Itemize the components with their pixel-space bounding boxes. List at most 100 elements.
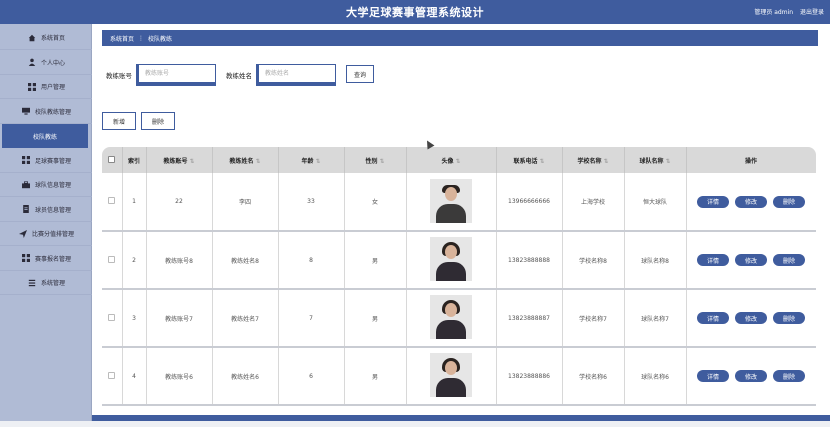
- name-input[interactable]: [256, 64, 336, 86]
- col-age[interactable]: 年龄 ⇅: [278, 147, 345, 173]
- user-info: 管理员 admin 退出登录: [749, 7, 824, 16]
- cell-avatar: [406, 289, 497, 348]
- edit-button[interactable]: 修改: [735, 312, 767, 324]
- sidebar-item-7[interactable]: 球员信息管理: [0, 198, 92, 222]
- sidebar-item-0[interactable]: 系统首页: [0, 26, 92, 50]
- cell-ops: 详情 修改 删除: [686, 289, 816, 348]
- sidebar-item-6[interactable]: 球队信息管理: [0, 173, 92, 197]
- detail-button[interactable]: 详情: [697, 312, 729, 324]
- sidebar-item-label: 系统管理: [40, 280, 65, 287]
- col-name[interactable]: 教练姓名 ⇅: [212, 147, 279, 173]
- col-phone[interactable]: 联系电话 ⇅: [496, 147, 563, 173]
- cell-gender: 男: [344, 347, 407, 406]
- logout-link[interactable]: 退出登录: [800, 9, 824, 16]
- sidebar-item-9[interactable]: 赛事报名管理: [0, 247, 92, 271]
- cell-name: 教练姓名6: [212, 347, 279, 406]
- col-index: 索引: [122, 147, 147, 173]
- breadcrumb-current: 校队教练: [148, 35, 173, 43]
- delete-button[interactable]: 删除: [141, 112, 175, 130]
- cell-school: 学校名称8: [562, 231, 625, 290]
- cell-account: 教练账号8: [146, 231, 213, 290]
- search-bar: 教练账号 教练姓名 查询: [106, 64, 375, 94]
- select-all-checkbox[interactable]: [102, 147, 123, 173]
- cell-school: 学校名称6: [562, 347, 625, 406]
- table-header-row: 索引 教练账号 ⇅ 教练姓名 ⇅ 年龄 ⇅ 性别 ⇅ 头像 ⇅ 联系电话 ⇅ 学校名称 ⇅ 球…: [102, 147, 816, 173]
- avatar: [430, 178, 472, 223]
- detail-button[interactable]: 详情: [697, 195, 729, 208]
- cell-name: 教练姓名8: [212, 231, 279, 290]
- action-bar: 新增 删除: [102, 112, 175, 130]
- cell-phone: 13823888886: [496, 347, 563, 406]
- row-delete-button[interactable]: 删除: [773, 312, 805, 324]
- top-bar: 大学足球赛事管理系统设计 管理员 admin 退出登录: [0, 0, 830, 24]
- cell-name: 李四: [212, 173, 279, 232]
- sidebar-item-10[interactable]: 系统管理: [0, 271, 92, 295]
- row-delete-button[interactable]: 删除: [773, 370, 805, 382]
- col-team[interactable]: 球队名称 ⇅: [624, 147, 687, 173]
- row-checkbox[interactable]: [102, 173, 123, 232]
- row-checkbox[interactable]: [102, 347, 123, 406]
- sidebar-item-1[interactable]: 个人中心: [0, 51, 92, 75]
- cell-account: 22: [146, 173, 213, 232]
- table-row: 1 22 李四 33 女 13966666666 上海学校 恒大球队 详情 修改 删除: [102, 173, 816, 232]
- row-delete-button[interactable]: 删除: [773, 254, 805, 266]
- breadcrumb: 系统首页 ⋮ 校队教练: [102, 30, 818, 46]
- table-row: 3 教练账号7 教练姓名7 7 男 13823888887 学校名称7 球队名称7 详情 修改 删除: [102, 289, 816, 348]
- table-row: 4 教练账号6 教练姓名6 6 男 13823888886 学校名称6 球队名称6 详情 修改 删除: [102, 347, 816, 406]
- cell-ops: 详情 修改 删除: [686, 231, 816, 290]
- edit-button[interactable]: 修改: [735, 370, 767, 382]
- cell-age: 7: [278, 289, 345, 348]
- cell-age: 8: [278, 231, 345, 290]
- sidebar-item-4[interactable]: 校队教练: [2, 124, 88, 148]
- grid-icon: [21, 155, 31, 165]
- row-checkbox[interactable]: [102, 231, 123, 290]
- detail-button[interactable]: 详情: [697, 254, 729, 266]
- row-checkbox[interactable]: [102, 289, 123, 348]
- sidebar-item-5[interactable]: 足球赛事管理: [0, 149, 92, 173]
- sidebar-item-label: 比赛分值排管理: [31, 231, 74, 238]
- sidebar-item-label: 校队教练管理: [34, 108, 71, 116]
- document-icon: [21, 204, 31, 214]
- cell-index: 2: [122, 231, 147, 290]
- sidebar-item-label: 球队信息管理: [34, 182, 71, 189]
- query-button[interactable]: 查询: [346, 65, 375, 83]
- sidebar-item-3[interactable]: 校队教练管理: [0, 100, 92, 124]
- row-delete-button[interactable]: 删除: [773, 195, 805, 208]
- cell-index: 3: [122, 289, 147, 348]
- cell-phone: 13823888888: [496, 231, 563, 290]
- bottom-bar: [92, 415, 830, 421]
- breadcrumb-home[interactable]: 系统首页: [110, 34, 134, 43]
- sidebar-item-8[interactable]: 比赛分值排管理: [0, 222, 92, 246]
- avatar: [430, 237, 472, 281]
- edit-button[interactable]: 修改: [735, 195, 767, 208]
- col-school[interactable]: 学校名称 ⇅: [562, 147, 625, 173]
- cell-school: 学校名称7: [562, 289, 625, 348]
- col-gender[interactable]: 性别 ⇅: [344, 147, 407, 173]
- col-account[interactable]: 教练账号 ⇅: [146, 147, 213, 173]
- cell-ops: 详情 修改 删除: [686, 173, 816, 232]
- cell-gender: 男: [344, 289, 407, 348]
- edit-button[interactable]: 修改: [735, 254, 767, 266]
- grid-icon: [21, 253, 31, 263]
- cell-team: 球队名称7: [624, 289, 687, 348]
- cell-team: 球队名称6: [624, 347, 687, 406]
- cell-gender: 女: [344, 173, 407, 232]
- person-icon: [27, 57, 37, 67]
- sidebar-item-label: 系统首页: [40, 35, 65, 42]
- cell-team: 恒大球队: [624, 173, 687, 232]
- detail-button[interactable]: 详情: [697, 370, 729, 382]
- cell-name: 教练姓名7: [212, 289, 279, 348]
- sidebar-item-label: 校队教练: [32, 133, 57, 141]
- cell-team: 球队名称8: [624, 231, 687, 290]
- col-avatar[interactable]: 头像 ⇅: [406, 147, 497, 173]
- screen-icon: [21, 106, 31, 116]
- col-ops: 操作: [686, 147, 816, 173]
- add-button[interactable]: 新增: [102, 112, 136, 130]
- cell-age: 6: [278, 347, 345, 406]
- sidebar-item-2[interactable]: 用户管理: [0, 75, 92, 99]
- cell-age: 33: [278, 173, 345, 232]
- breadcrumb-separator: ⋮: [138, 34, 145, 42]
- cell-account: 教练账号7: [146, 289, 213, 348]
- account-input[interactable]: [136, 64, 216, 86]
- grid-icon: [27, 82, 37, 92]
